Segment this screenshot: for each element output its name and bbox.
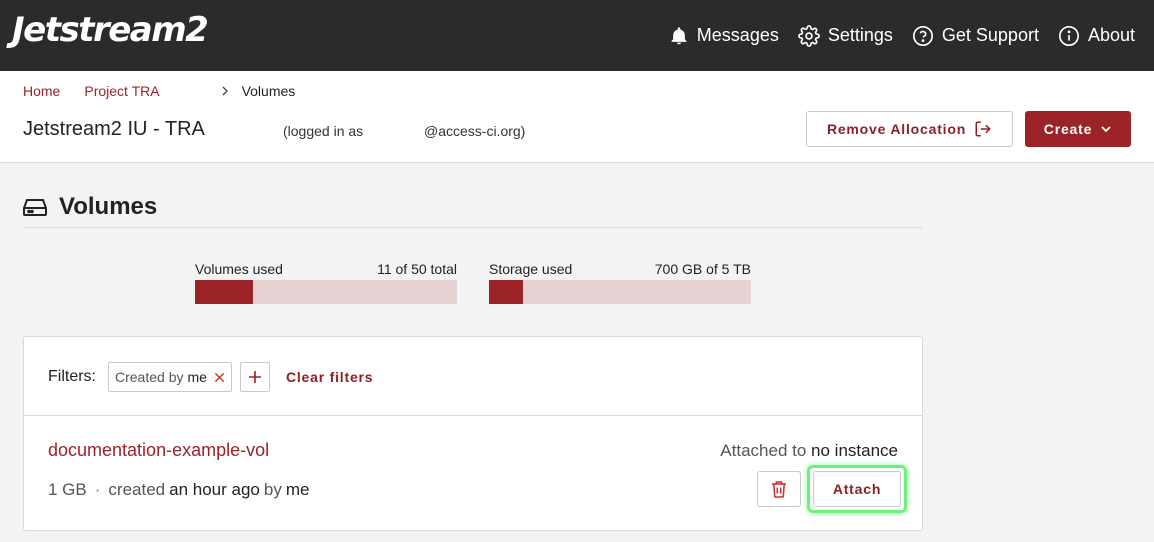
breadcrumb-home[interactable]: Home [23, 83, 60, 99]
clear-filters-link[interactable]: Clear filters [286, 369, 373, 385]
project-header: Home Project TRA Volumes Jetstream2 IU -… [0, 71, 1154, 163]
heading-divider [23, 227, 922, 228]
nav-get-support-label: Get Support [941, 25, 1039, 45]
card-divider [24, 415, 922, 416]
plus-icon [248, 370, 262, 384]
gear-icon [797, 24, 820, 47]
volumes-usage-meter: Volumes used 11 of 50 total [195, 261, 457, 304]
volume-by-prefix: by [263, 480, 282, 499]
nav-get-support[interactable]: Get Support [912, 25, 1039, 47]
main-nav: Messages Settings Get Support About [669, 0, 1154, 71]
volumes-usage-fill [195, 280, 253, 304]
chevron-right-icon [220, 84, 230, 99]
logged-in-prefix: (logged in as [283, 123, 364, 139]
trash-icon [771, 480, 787, 498]
add-filter-button[interactable] [239, 362, 270, 392]
attached-value: no instance [811, 441, 898, 460]
volume-list-card: Filters: Created by me Clear filters doc… [23, 336, 923, 531]
breadcrumb: Home Project TRA Volumes [23, 83, 295, 99]
filter-chip-key: Created by [115, 369, 184, 385]
jetstream2-logo[interactable]: Jetstream2 [12, 10, 209, 50]
remove-allocation-button[interactable]: Remove Allocation [806, 111, 1013, 147]
page-heading: Volumes [23, 193, 157, 221]
close-icon[interactable] [214, 372, 225, 383]
nav-messages[interactable]: Messages [669, 25, 779, 46]
chevron-down-icon [1100, 123, 1112, 135]
attach-highlight: Attach [807, 465, 907, 513]
volume-meta: 1 GB · created an hour ago by me [48, 480, 313, 500]
delete-volume-button[interactable] [757, 471, 801, 507]
volumes-usage-bar [195, 280, 457, 304]
attach-button[interactable]: Attach [813, 471, 901, 507]
logo-text: Jetstream2 [12, 10, 209, 50]
nav-settings-label: Settings [827, 25, 893, 45]
logged-in-email: @access-ci.org) [424, 123, 526, 139]
volume-size: 1 GB [48, 480, 87, 499]
volumes-usage-value: 11 of 50 total [377, 261, 457, 277]
breadcrumb-current: Volumes [241, 83, 296, 99]
volumes-usage-label: Volumes used [195, 261, 283, 277]
create-label: Create [1043, 121, 1093, 137]
project-title: Jetstream2 IU - TRA [23, 118, 205, 140]
filter-chip-value: me [187, 369, 207, 385]
filter-chip-created-by: Created by me [108, 362, 232, 392]
volume-attachment-status: Attached to no instance [720, 441, 898, 461]
volume-created-prefix: created [108, 480, 166, 499]
storage-usage-fill [489, 280, 524, 304]
page-title: Volumes [59, 193, 158, 220]
storage-usage-bar [489, 280, 751, 304]
info-circle-icon [1058, 25, 1080, 47]
nav-about-label: About [1087, 25, 1135, 45]
attached-prefix: Attached to [720, 441, 807, 460]
nav-settings[interactable]: Settings [797, 24, 893, 47]
volume-name-link[interactable]: documentation-example-vol [48, 440, 269, 461]
nav-messages-label: Messages [696, 25, 779, 45]
storage-usage-label: Storage used [489, 261, 573, 277]
storage-usage-meter: Storage used 700 GB of 5 TB [489, 261, 751, 304]
help-circle-icon [912, 25, 934, 47]
volume-created-when: an hour ago [169, 480, 260, 499]
bell-icon [669, 26, 689, 46]
filters-bar: Filters: Created by me Clear filters [48, 362, 373, 392]
nav-about[interactable]: About [1058, 25, 1135, 47]
remove-allocation-label: Remove Allocation [826, 121, 967, 137]
filters-label: Filters: [48, 368, 96, 385]
top-navbar: Jetstream2 Messages Settings Get Support… [0, 0, 1154, 71]
volume-created-by: me [285, 480, 310, 499]
create-button[interactable]: Create [1025, 111, 1131, 147]
sign-out-icon [974, 120, 992, 138]
separator-dot: · [94, 480, 101, 499]
hard-drive-icon [23, 197, 47, 217]
storage-usage-value: 700 GB of 5 TB [654, 261, 751, 277]
breadcrumb-project[interactable]: Project TRA [84, 83, 159, 99]
